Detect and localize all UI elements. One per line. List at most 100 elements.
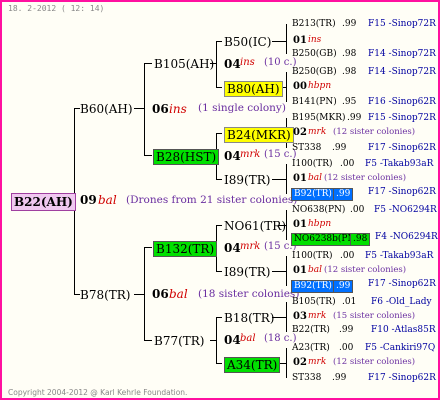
g3-queen[interactable]: NO61(TR)	[224, 220, 286, 232]
g4-queen[interactable]: B195(MKR)	[292, 114, 346, 123]
g1-race: bal	[169, 287, 188, 301]
connector	[210, 340, 216, 341]
connector	[286, 256, 287, 286]
g3-race: bal	[308, 173, 323, 183]
g4-queen[interactable]: B92(TR)	[291, 188, 335, 201]
g4-value: .99	[333, 280, 354, 293]
timestamp-header: 18. 2-2012 ( 12: 14)	[8, 4, 105, 13]
connector	[144, 247, 152, 248]
g1-note: (18 sister colonies)	[198, 288, 300, 300]
g2-queen[interactable]: B132(TR)	[153, 241, 218, 257]
g3-note: (12 sister colonies)	[333, 127, 416, 137]
g4-value: .00	[350, 205, 365, 215]
g2-race: mrk	[240, 241, 261, 252]
g4-queen[interactable]: NO638(PN)	[292, 206, 345, 215]
g4-queen[interactable]: I100(TR)	[292, 252, 333, 261]
g4-code: F6 -Old_Lady	[371, 297, 432, 307]
copyright-footer: Copyright 2004-2012 @ Karl Kehrle Founda…	[8, 388, 188, 397]
g4-value: .98	[350, 233, 371, 246]
connector	[286, 24, 287, 54]
g4-value: .00	[340, 251, 355, 261]
g3-note: (12 sister colonies)	[324, 173, 407, 183]
connector	[134, 294, 144, 295]
g3-queen[interactable]: B80(AH)	[224, 81, 283, 97]
g4-queen[interactable]: B22(TR)	[292, 326, 330, 335]
g4-value: .95	[342, 97, 357, 107]
g4-queen[interactable]: B105(TR)	[292, 298, 336, 307]
g4-code: F17 -Sinop62R	[368, 143, 436, 153]
g2-generation: 04	[224, 149, 241, 163]
connector	[144, 63, 145, 155]
g4-queen[interactable]: B92(TR)	[291, 280, 335, 293]
g4-code: F14 -Sinop72R	[368, 49, 436, 59]
g3-queen[interactable]: A34(TR)	[224, 357, 281, 373]
g4-value: .99	[332, 373, 347, 383]
g4-queen[interactable]: ST338	[292, 144, 321, 153]
g4-queen[interactable]: A23(TR)	[292, 344, 330, 353]
g3-note: (12 sister colonies)	[333, 357, 416, 367]
g1-race: ins	[169, 102, 187, 116]
g3-generation: 01	[293, 35, 307, 46]
g4-queen[interactable]: B250(GB)	[292, 50, 337, 59]
g4-code: F14 -Sinop72R	[368, 67, 436, 77]
g4-value: .99	[347, 113, 362, 123]
g3-race: hbpn	[308, 81, 332, 91]
g4-queen[interactable]: ST338	[292, 374, 321, 383]
g4-value: .01	[342, 297, 357, 307]
g3-race: ins	[308, 35, 322, 45]
g4-value: .99	[339, 325, 354, 335]
g3-race: hbpn	[308, 219, 332, 229]
g4-value: .98	[342, 49, 357, 59]
g4-queen[interactable]: B141(PN)	[292, 98, 337, 107]
g3-queen[interactable]: B24(MKR)	[224, 127, 294, 143]
g4-value: .00	[340, 159, 355, 169]
g1-queen[interactable]: B60(AH)	[80, 103, 133, 115]
g4-queen[interactable]: B250(GB)	[292, 68, 337, 77]
g3-queen[interactable]: I89(TR)	[224, 266, 270, 278]
g4-code: F16 -Sinop62R	[368, 97, 436, 107]
g4-code: F10 -Atlas85R	[371, 325, 436, 335]
g4-value: .98	[342, 67, 357, 77]
connector	[216, 225, 222, 226]
g4-code: F17 -Sinop62R	[368, 279, 436, 289]
g3-queen[interactable]: B50(IC)	[224, 36, 271, 48]
connector	[144, 63, 152, 64]
g2-queen[interactable]: B28(HST)	[153, 149, 220, 165]
g3-generation: 01	[293, 265, 307, 276]
g2-queen[interactable]: B105(AH)	[154, 58, 214, 70]
connector	[144, 340, 152, 341]
connector	[144, 155, 152, 156]
g3-queen[interactable]: I89(TR)	[224, 174, 270, 186]
g2-generation: 04	[224, 241, 241, 255]
g4-value: .99	[342, 19, 357, 29]
g4-value: .99	[332, 143, 347, 153]
connector	[216, 317, 222, 318]
g3-queen[interactable]: B18(TR)	[224, 312, 275, 324]
connector	[216, 363, 222, 364]
connector	[286, 164, 287, 194]
g4-code: F17 -Sinop62R	[368, 187, 436, 197]
g1-queen[interactable]: B78(TR)	[80, 289, 131, 301]
connector	[272, 179, 286, 180]
g4-value: .99	[333, 188, 354, 201]
g3-generation: 02	[293, 127, 307, 138]
g3-race: bal	[308, 265, 323, 275]
g4-queen[interactable]: B213(TR)	[292, 20, 336, 29]
g3-race: mrk	[308, 311, 327, 321]
g4-value: .00	[339, 343, 354, 353]
g4-code: F15 -Sinop72R	[368, 113, 436, 123]
g3-generation: 01	[293, 219, 307, 230]
connector	[216, 179, 222, 180]
g4-queen[interactable]: I100(TR)	[292, 160, 333, 169]
connector	[216, 41, 222, 42]
g3-note: (12 sister colonies)	[324, 265, 407, 275]
g2-queen[interactable]: B77(TR)	[154, 335, 205, 347]
connector	[216, 133, 222, 134]
connector	[216, 271, 222, 272]
g1-note: (1 single colony)	[198, 102, 286, 114]
g3-race: mrk	[308, 357, 327, 367]
connector	[216, 317, 217, 363]
g2-generation: 04	[224, 57, 241, 71]
root-queen[interactable]: B22(AH)	[11, 193, 76, 211]
g2-race: mrk	[240, 149, 261, 160]
